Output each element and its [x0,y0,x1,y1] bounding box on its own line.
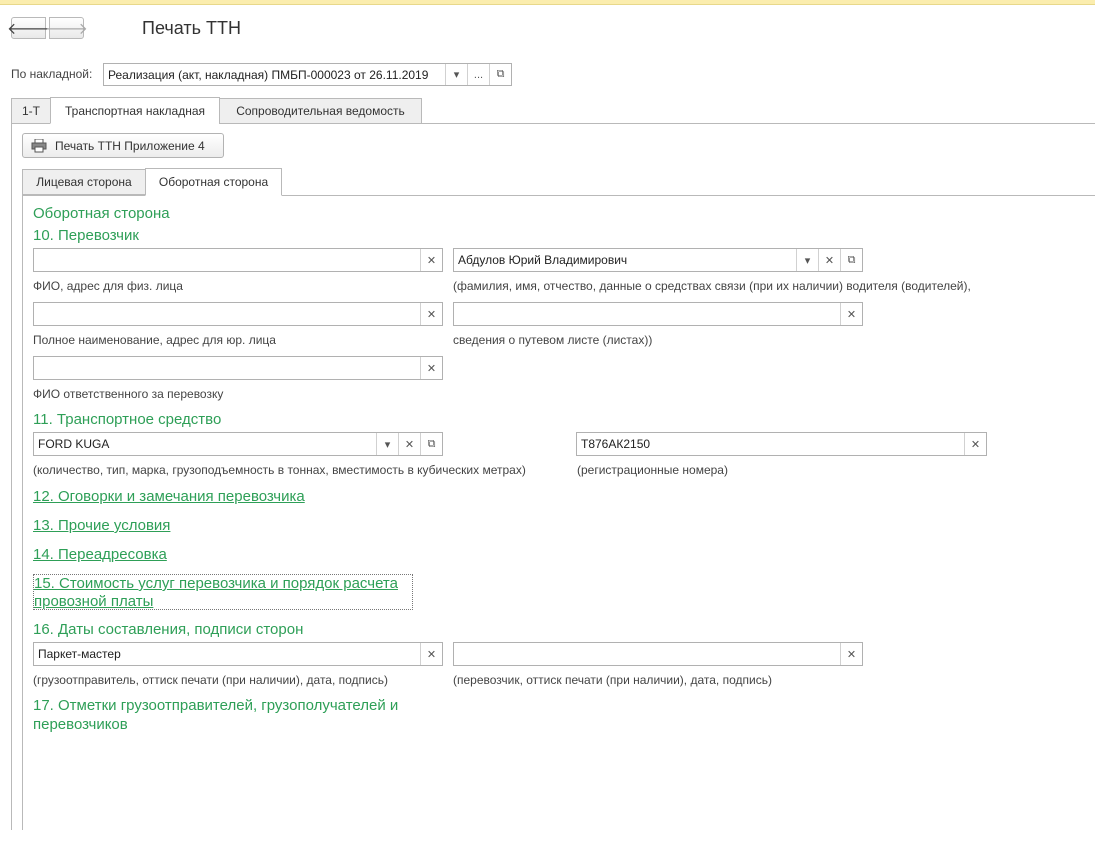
vehicle-field[interactable]: FORD KUGA ▾ ✕ ⧉ [33,432,443,456]
responsible-value[interactable] [34,357,420,379]
select-dots-button[interactable]: ... [467,64,489,85]
printer-icon [31,138,47,152]
tab-transport-invoice[interactable]: Транспортная накладная [50,97,220,124]
section-16-heading: 16. Даты составления, подписи сторон [33,621,304,638]
section-back-side-heading: Оборотная сторона [33,205,170,222]
clear-icon[interactable]: ✕ [420,357,442,379]
section-10-heading: 10. Перевозчик [33,227,139,244]
arrow-left-icon: 🡐 [7,20,50,38]
driver-value[interactable]: Абдулов Юрий Владимирович [454,249,796,271]
waybill-field[interactable]: ✕ [453,302,863,326]
shipper-caption: (грузоотправитель, оттиск печати (при на… [33,673,389,687]
clear-icon[interactable]: ✕ [818,249,840,271]
open-icon[interactable]: ⧉ [420,433,442,455]
section-17-heading-line1: 17. Отметки грузоотправителей, грузополу… [33,697,399,714]
print-ttn-button[interactable]: Печать ТТН Приложение 4 [22,133,224,158]
clear-icon[interactable]: ✕ [420,303,442,325]
section-15-link[interactable]: 15. Стоимость услуг перевозчика и порядо… [33,574,413,610]
section-17-heading-line2: перевозчиков [33,716,128,733]
reg-number-field[interactable]: Т876АК2150 ✕ [576,432,987,456]
carrier-sign-field[interactable]: ✕ [453,642,863,666]
invoice-field[interactable]: Реализация (акт, накладная) ПМБП-000023 … [103,63,512,86]
forward-button[interactable]: 🡒 [45,17,88,39]
section-13-link[interactable]: 13. Прочие условия [33,517,170,534]
carrier-fio-field[interactable]: ✕ [33,248,443,272]
window-top-strip [0,0,1095,5]
tab-1t[interactable]: 1-Т [11,98,51,124]
responsible-field[interactable]: ✕ [33,356,443,380]
dropdown-icon[interactable]: ▾ [796,249,818,271]
tab-back-side[interactable]: Оборотная сторона [145,168,282,196]
back-button[interactable]: 🡐 [7,17,50,39]
clear-icon[interactable]: ✕ [964,433,986,455]
section-12-link[interactable]: 12. Оговорки и замечания перевозчика [33,488,305,505]
inner-frame-left [22,195,23,830]
carrier-fio-value[interactable] [34,249,420,271]
vehicle-caption: (количество, тип, марка, грузоподъемност… [33,463,526,477]
dropdown-icon[interactable]: ▾ [376,433,398,455]
print-button-label: Печать ТТН Приложение 4 [55,138,205,153]
section-11-heading: 11. Транспортное средство [33,411,222,428]
arrow-right-icon: 🡒 [45,20,88,38]
responsible-caption: ФИО ответственного за перевозку [33,387,224,401]
driver-caption: (фамилия, имя, отчество, данные о средст… [453,279,971,293]
waybill-caption: сведения о путевом листе (листах)) [453,333,653,347]
carrier-org-caption: Полное наименование, адрес для юр. лица [33,333,276,347]
tab-front-side[interactable]: Лицевая сторона [22,169,146,195]
clear-icon[interactable]: ✕ [420,249,442,271]
dropdown-icon[interactable]: ▾ [445,64,467,85]
invoice-label: По накладной: [11,67,93,81]
clear-icon[interactable]: ✕ [420,643,442,665]
driver-field[interactable]: Абдулов Юрий Владимирович ▾ ✕ ⧉ [453,248,863,272]
invoice-value[interactable]: Реализация (акт, накладная) ПМБП-000023 … [104,64,445,85]
shipper-value[interactable]: Паркет-мастер [34,643,420,665]
page-title: Печать ТТН [142,18,241,38]
shipper-field[interactable]: Паркет-мастер ✕ [33,642,443,666]
waybill-value[interactable] [454,303,840,325]
open-icon[interactable]: ⧉ [840,249,862,271]
reg-number-caption: (регистрационные номера) [577,463,728,477]
carrier-sign-caption: (перевозчик, оттиск печати (при наличии)… [453,673,772,687]
section-15-line2[interactable]: провозной платы [34,593,153,610]
clear-icon[interactable]: ✕ [398,433,420,455]
tab-accompanying-statement[interactable]: Сопроводительная ведомость [219,98,422,124]
section-14-link[interactable]: 14. Переадресовка [33,546,167,563]
carrier-fio-caption: ФИО, адрес для физ. лица [33,279,183,293]
clear-icon[interactable]: ✕ [840,303,862,325]
section-15-line1[interactable]: 15. Стоимость услуг перевозчика и порядо… [34,575,398,592]
reg-number-value[interactable]: Т876АК2150 [577,433,964,455]
carrier-org-value[interactable] [34,303,420,325]
clear-icon[interactable]: ✕ [840,643,862,665]
vehicle-value[interactable]: FORD KUGA [34,433,376,455]
open-icon[interactable]: ⧉ [489,64,511,85]
carrier-org-field[interactable]: ✕ [33,302,443,326]
carrier-sign-value[interactable] [454,643,840,665]
outer-frame-left [11,123,12,830]
